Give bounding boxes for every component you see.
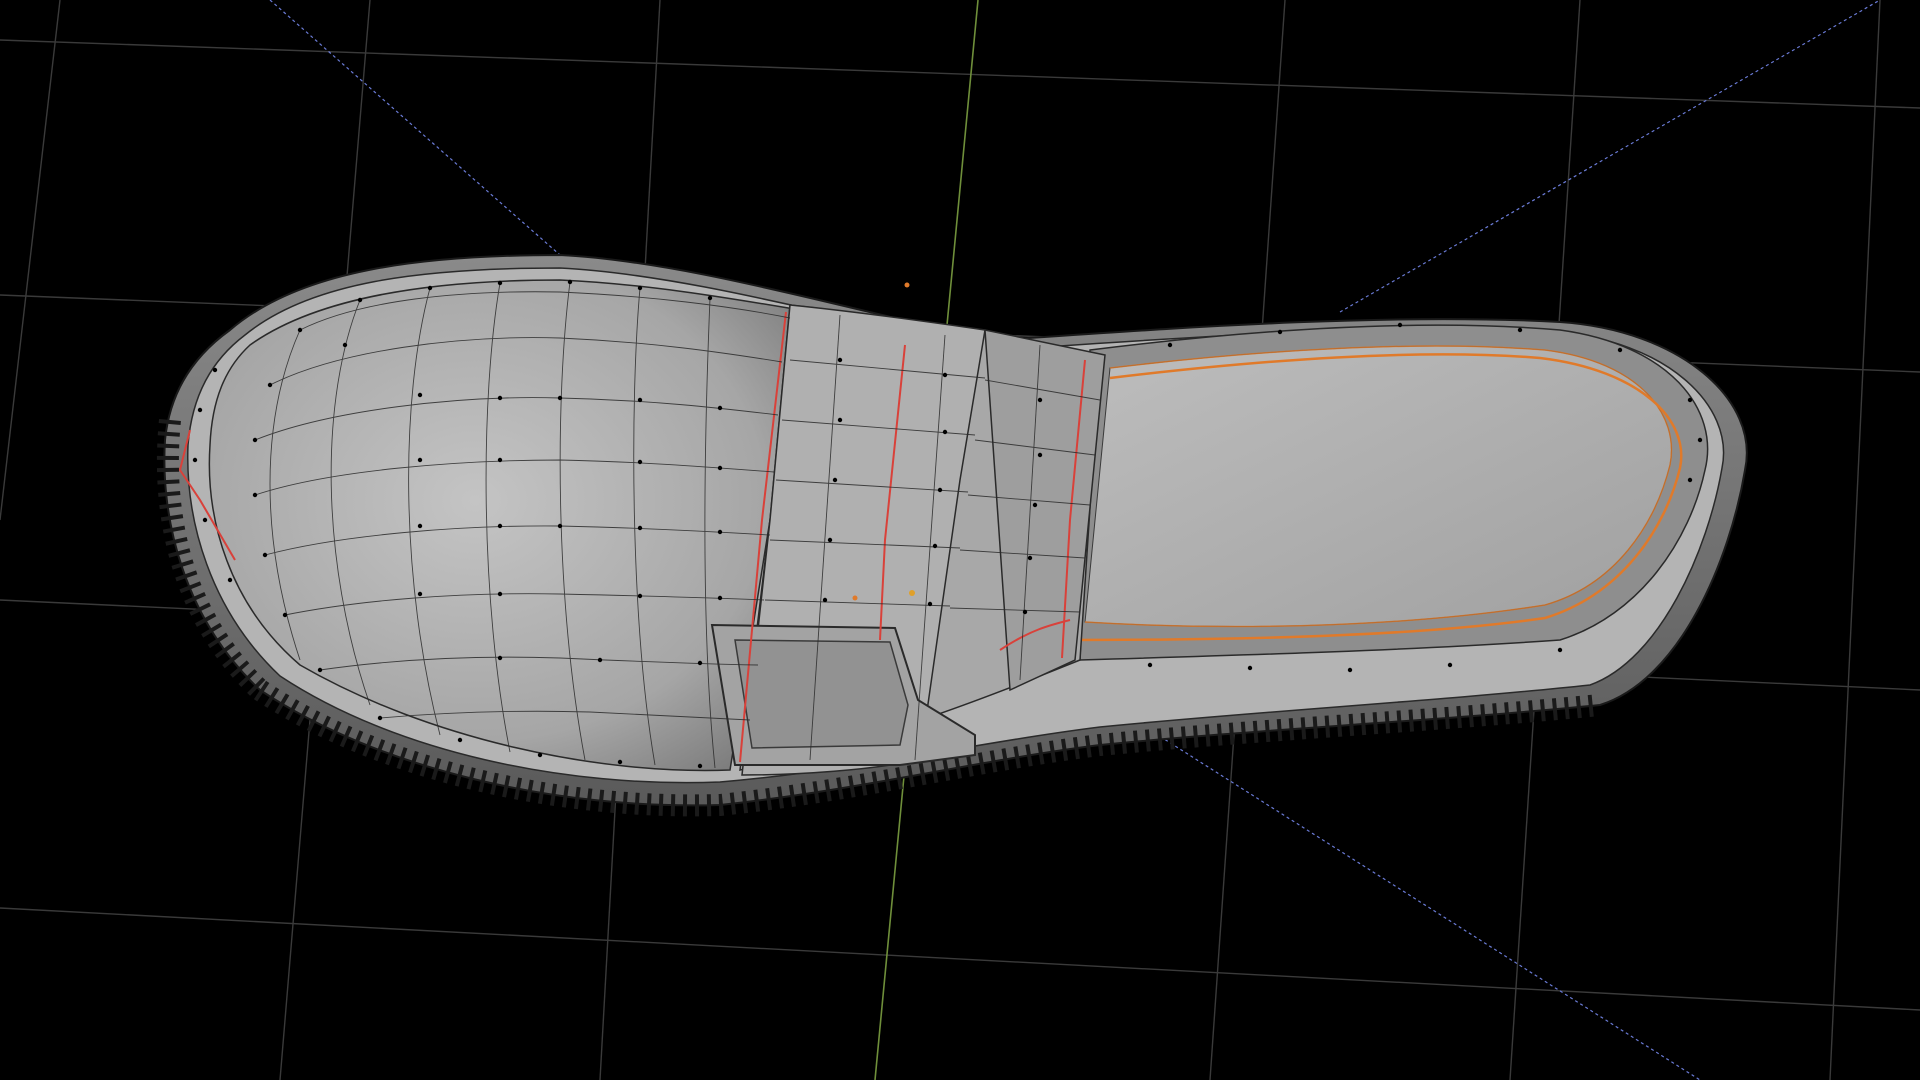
x-axis-line-upper-left (269, 0, 561, 256)
x-axis-line-lower-right (1149, 729, 1701, 1080)
viewport-canvas[interactable] (0, 0, 1920, 1080)
origin-point (904, 282, 910, 288)
3d-viewport[interactable] (0, 0, 1920, 1080)
object-origin (909, 590, 915, 596)
x-axis-line-upper-right (1339, 0, 1881, 313)
insole (1084, 345, 1672, 628)
buckle-opening (734, 639, 909, 749)
pivot-point (852, 595, 858, 601)
shoe-mesh[interactable] (156, 253, 1748, 817)
